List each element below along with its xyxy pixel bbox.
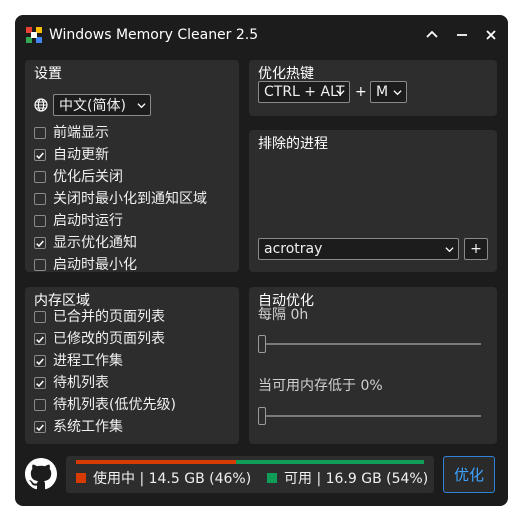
hotkey-panel: 优化热键 CTRL + ALT + M xyxy=(249,60,497,116)
threshold-slider-track[interactable] xyxy=(261,415,481,417)
language-value: 中文(简体) xyxy=(59,98,126,114)
app-icon xyxy=(26,27,42,43)
memory-area-option[interactable]: 已修改的页面列表 xyxy=(34,329,165,349)
settings-option[interactable]: 启动时最小化 xyxy=(34,255,137,275)
memory-area-option-label: 进程工作集 xyxy=(53,353,123,369)
settings-option[interactable]: 启动时运行 xyxy=(34,211,123,231)
settings-option[interactable]: 前端显示 xyxy=(34,123,109,143)
checkbox-checked[interactable] xyxy=(34,377,46,389)
memory-used-legend: 使用中 | 14.5 GB (46%) xyxy=(76,468,251,488)
github-icon[interactable] xyxy=(25,458,57,490)
checkbox-checked[interactable] xyxy=(34,333,46,345)
optimize-button[interactable]: 优化 xyxy=(443,456,495,493)
threshold-label: 当可用内存低于 0% xyxy=(258,378,383,394)
hotkey-modifier-value: CTRL + ALT xyxy=(264,84,345,100)
memory-free-label: 可用 | 16.9 GB (54%) xyxy=(284,471,429,487)
checkbox-checked[interactable] xyxy=(34,355,46,367)
checkbox[interactable] xyxy=(34,259,46,271)
add-process-button[interactable]: + xyxy=(464,238,488,260)
memory-free-fill xyxy=(236,460,424,464)
checkbox[interactable] xyxy=(34,399,46,411)
checkmark-icon xyxy=(36,240,44,247)
settings-option-label: 启动时最小化 xyxy=(53,257,137,273)
chevron-down-icon xyxy=(336,90,345,96)
memory-used-label: 使用中 | 14.5 GB (46%) xyxy=(93,471,252,487)
memory-usage-bar: 使用中 | 14.5 GB (46%) 可用 | 16.9 GB (54%) xyxy=(66,456,434,493)
app-window: Windows Memory Cleaner 2.5 设置 中文(简体) 前端显… xyxy=(15,15,508,506)
memory-free-legend: 可用 | 16.9 GB (54%) xyxy=(267,468,428,488)
globe-icon xyxy=(34,98,48,112)
memory-area-option[interactable]: 进程工作集 xyxy=(34,351,123,371)
settings-option-label: 关闭时最小化到通知区域 xyxy=(53,191,207,207)
checkbox-checked[interactable] xyxy=(34,149,46,161)
memory-area-option[interactable]: 待机列表 xyxy=(34,373,109,393)
settings-option-label: 显示优化通知 xyxy=(53,235,137,251)
memory-used-fill xyxy=(76,460,236,464)
chevron-down-icon xyxy=(445,247,454,253)
checkbox[interactable] xyxy=(34,193,46,205)
checkbox[interactable] xyxy=(34,215,46,227)
language-select[interactable]: 中文(简体) xyxy=(53,94,151,116)
settings-title: 设置 xyxy=(34,66,62,82)
minimize-icon xyxy=(457,34,467,36)
hotkey-modifier-select[interactable]: CTRL + ALT xyxy=(258,81,350,103)
settings-option-label: 自动更新 xyxy=(53,147,109,163)
memory-area-option[interactable]: 系统工作集 xyxy=(34,417,123,437)
chevron-down-icon xyxy=(137,103,146,109)
checkbox[interactable] xyxy=(34,171,46,183)
memory-area-option[interactable]: 已合并的页面列表 xyxy=(34,307,165,327)
interval-slider-thumb[interactable] xyxy=(258,335,266,353)
memory-area-option-label: 待机列表(低优先级) xyxy=(53,397,176,413)
excluded-process-list[interactable] xyxy=(258,158,488,244)
settings-option[interactable]: 优化后关闭 xyxy=(34,167,123,187)
memory-area-option-label: 已合并的页面列表 xyxy=(53,309,165,325)
settings-panel: 设置 中文(简体) 前端显示自动更新优化后关闭关闭时最小化到通知区域 启动时运行显… xyxy=(25,60,239,275)
hotkey-plus-sign: + xyxy=(355,84,367,100)
checkmark-icon xyxy=(36,358,44,365)
checkbox[interactable] xyxy=(34,311,46,323)
auto-optimize-panel: 自动优化 每隔 0h 当可用内存低于 0% xyxy=(249,287,497,444)
threshold-slider-thumb[interactable] xyxy=(258,407,266,425)
interval-label: 每隔 0h xyxy=(258,307,309,323)
checkbox[interactable] xyxy=(34,127,46,139)
memory-areas-panel: 内存区域 已合并的页面列表 已修改的页面列表 进程工作集 待机列表 待机列表(低优先级)… xyxy=(25,287,239,444)
window-title: Windows Memory Cleaner 2.5 xyxy=(49,27,259,43)
process-value: acrotray xyxy=(264,241,323,257)
checkmark-icon xyxy=(36,152,44,159)
settings-option-label: 启动时运行 xyxy=(53,213,123,229)
checkbox-checked[interactable] xyxy=(34,237,46,249)
free-swatch xyxy=(267,473,277,483)
checkmark-icon xyxy=(36,424,44,431)
collapse-icon xyxy=(426,30,438,38)
interval-slider-track[interactable] xyxy=(261,343,481,345)
checkmark-icon xyxy=(36,336,44,343)
minimize-button[interactable] xyxy=(451,25,473,45)
exclusions-panel: 排除的进程 acrotray + xyxy=(249,130,497,272)
used-swatch xyxy=(76,473,86,483)
memory-area-option-label: 已修改的页面列表 xyxy=(53,331,165,347)
exclusions-title: 排除的进程 xyxy=(258,136,328,152)
settings-option[interactable]: 关闭时最小化到通知区域 xyxy=(34,189,207,209)
checkbox-checked[interactable] xyxy=(34,421,46,433)
settings-option-label: 优化后关闭 xyxy=(53,169,123,185)
settings-option-label: 前端显示 xyxy=(53,125,109,141)
hotkey-key-value: M xyxy=(376,84,389,100)
settings-option[interactable]: 自动更新 xyxy=(34,145,109,165)
hotkey-key-select[interactable]: M xyxy=(370,81,407,103)
title-bar[interactable]: Windows Memory Cleaner 2.5 xyxy=(15,15,508,55)
chevron-down-icon xyxy=(393,90,402,96)
collapse-button[interactable] xyxy=(421,25,443,45)
settings-option[interactable]: 显示优化通知 xyxy=(34,233,137,253)
memory-area-option-label: 系统工作集 xyxy=(53,419,123,435)
close-button[interactable] xyxy=(480,25,502,45)
memory-area-option[interactable]: 待机列表(低优先级) xyxy=(34,395,176,415)
checkmark-icon xyxy=(36,380,44,387)
process-select[interactable]: acrotray xyxy=(258,238,459,260)
close-icon xyxy=(486,30,496,40)
memory-area-option-label: 待机列表 xyxy=(53,375,109,391)
add-process-label: + xyxy=(470,241,482,257)
